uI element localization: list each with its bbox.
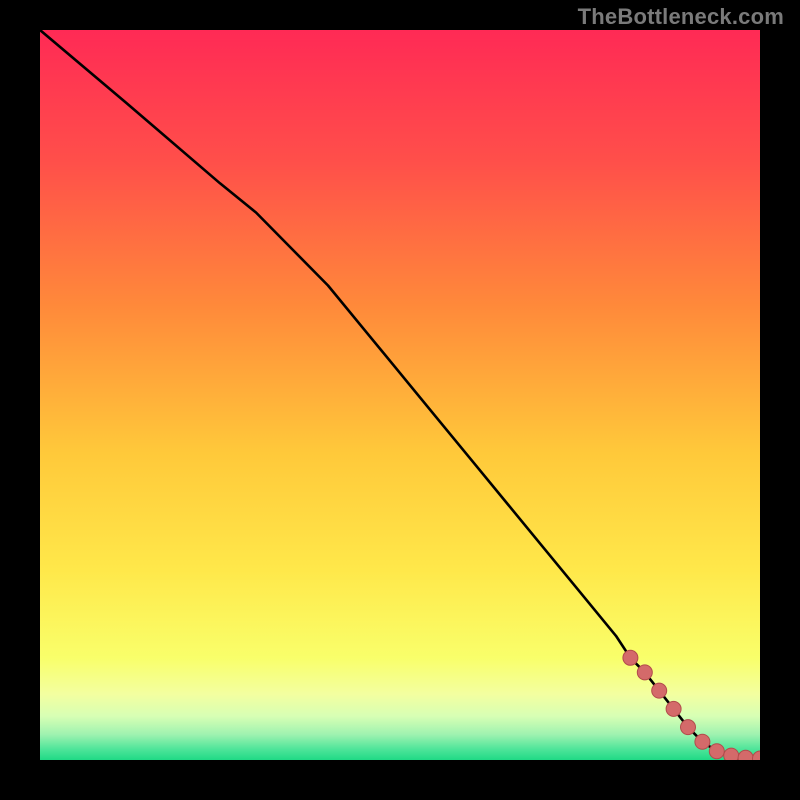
chart-frame: TheBottleneck.com — [0, 0, 800, 800]
data-point — [623, 650, 638, 665]
data-point — [709, 744, 724, 759]
data-point — [681, 720, 696, 735]
plot-area — [40, 30, 760, 760]
gradient-background — [40, 30, 760, 760]
data-point — [695, 734, 710, 749]
data-point — [637, 665, 652, 680]
data-point — [652, 683, 667, 698]
data-point — [724, 748, 739, 760]
watermark-text: TheBottleneck.com — [578, 4, 784, 30]
data-point — [666, 701, 681, 716]
chart-svg — [40, 30, 760, 760]
